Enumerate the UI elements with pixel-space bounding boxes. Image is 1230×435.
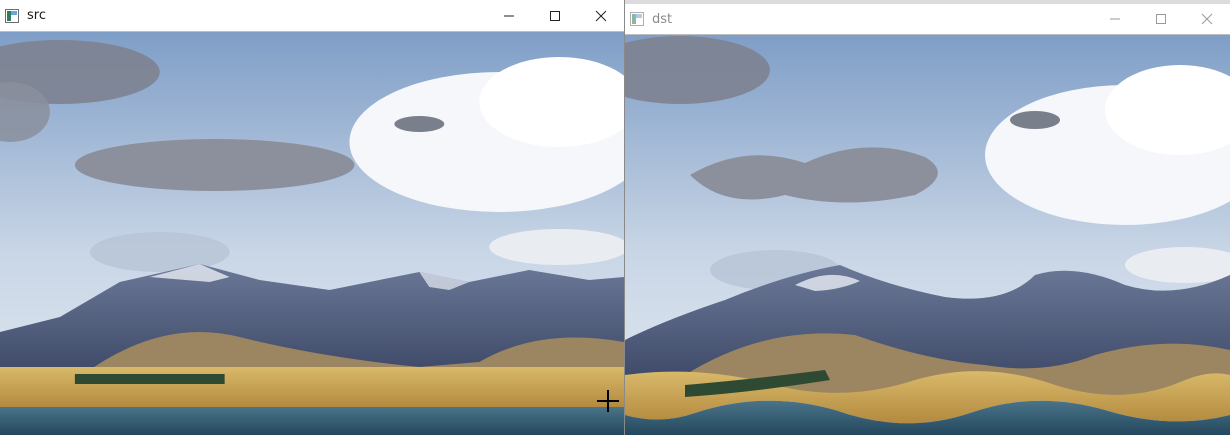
src-title-bar[interactable]: src <box>0 0 624 32</box>
minimize-button[interactable] <box>1092 4 1138 34</box>
window-title: dst <box>652 11 673 27</box>
app-icon <box>630 12 644 26</box>
close-icon <box>1201 13 1213 25</box>
src-image-canvas[interactable] <box>0 32 624 435</box>
close-button[interactable] <box>578 0 624 31</box>
maximize-button[interactable] <box>1138 4 1184 34</box>
dst-title-bar[interactable]: dst <box>625 4 1230 35</box>
dst-window[interactable]: dst <box>625 0 1230 435</box>
close-icon <box>595 10 607 21</box>
src-window[interactable]: src <box>0 0 625 435</box>
minimize-icon <box>1110 18 1120 20</box>
warped-landscape-image <box>625 35 1230 435</box>
landscape-image <box>0 32 624 435</box>
window-title: src <box>27 8 46 23</box>
maximize-icon <box>550 10 560 21</box>
close-button[interactable] <box>1184 4 1230 34</box>
dst-image-canvas[interactable] <box>625 35 1230 435</box>
minimize-button[interactable] <box>486 0 532 31</box>
maximize-icon <box>1156 14 1166 24</box>
maximize-button[interactable] <box>532 0 578 31</box>
app-icon <box>5 8 19 23</box>
minimize-icon <box>504 15 514 16</box>
